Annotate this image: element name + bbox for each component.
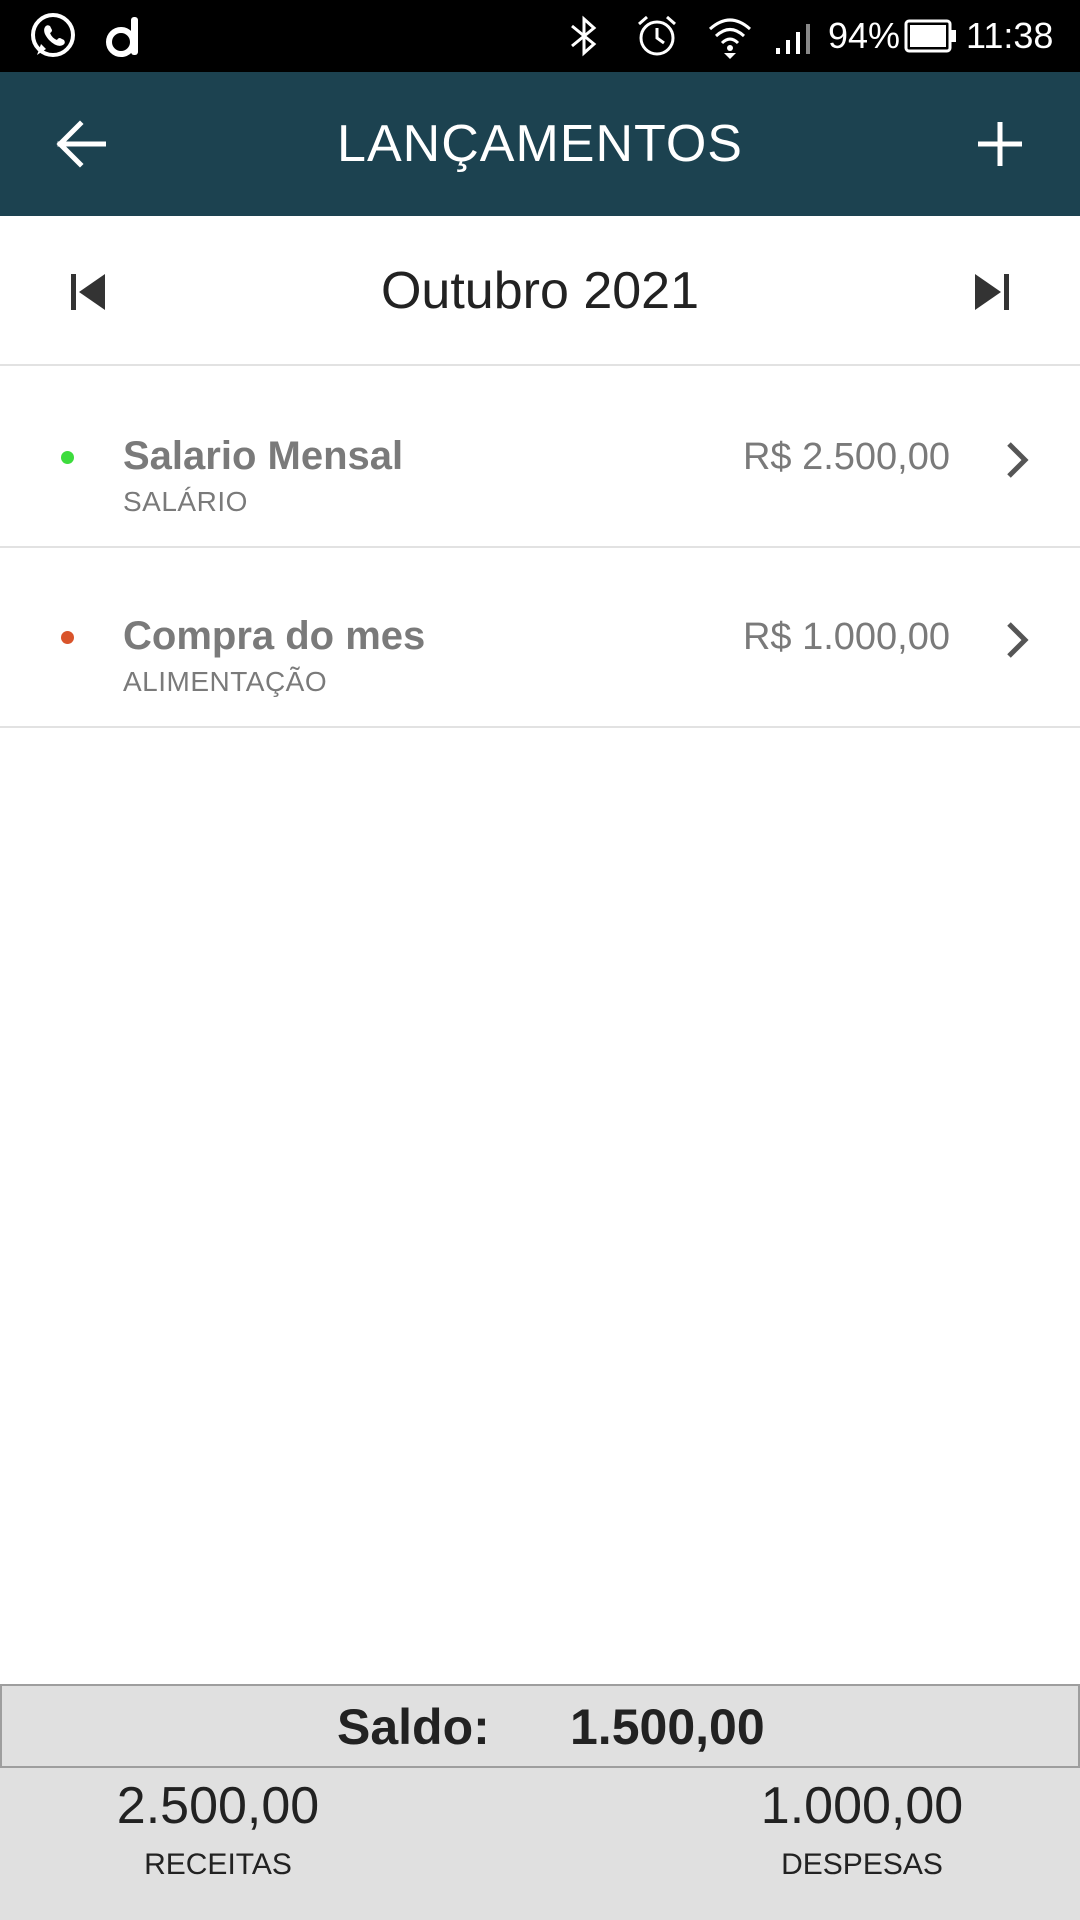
balance-value: 1.500,00	[570, 1699, 765, 1755]
entry-name: Salario Mensal	[123, 434, 404, 478]
add-button[interactable]	[964, 108, 1036, 180]
alarm-icon	[634, 0, 680, 72]
battery-icon	[904, 0, 958, 72]
entries-list: Salario Mensal SALÁRIO R$ 2.500,00 Compr…	[0, 368, 1080, 728]
totals: 2.500,00 RECEITAS 1.000,00 DESPESAS	[0, 1768, 1080, 1920]
status-dot	[61, 631, 74, 644]
expense-value: 1.000,00	[760, 1777, 964, 1835]
expense-label: DESPESAS	[781, 1848, 943, 1881]
chevron-right-icon[interactable]	[1000, 440, 1036, 480]
month-label: Outubro 2021	[380, 262, 700, 320]
summary-footer: Saldo: 1.500,00 2.500,00 RECEITAS 1.000,…	[0, 1684, 1080, 1920]
list-item[interactable]: Salario Mensal SALÁRIO R$ 2.500,00	[0, 368, 1080, 548]
income-value: 2.500,00	[116, 1777, 320, 1835]
entry-amount: R$ 1.000,00	[742, 616, 950, 658]
next-month-button[interactable]	[956, 256, 1028, 328]
list-item[interactable]: Compra do mes ALIMENTAÇÃO R$ 1.000,00	[0, 548, 1080, 728]
bluetooth-icon	[566, 0, 602, 72]
skip-next-icon	[975, 274, 1009, 310]
whatsapp-icon	[28, 0, 78, 72]
income-label: RECEITAS	[144, 1848, 292, 1881]
entry-category: ALIMENTAÇÃO	[123, 666, 328, 697]
entry-amount: R$ 2.500,00	[742, 436, 950, 478]
entry-name: Compra do mes	[123, 614, 426, 658]
signal-icon	[774, 0, 818, 72]
status-bar: 94% 11:38	[0, 0, 1080, 72]
plus-icon	[978, 122, 1022, 166]
page-title: LANÇAMENTOS	[337, 115, 743, 173]
screen: 94% 11:38 LANÇAMENTOS Outubro 2021 Salar…	[0, 0, 1080, 1920]
income-total: 2.500,00 RECEITAS	[68, 1768, 368, 1882]
entry-category: SALÁRIO	[123, 486, 248, 517]
month-selector: Outubro 2021	[0, 216, 1080, 366]
app-d-icon	[104, 0, 144, 72]
app-bar: LANÇAMENTOS	[0, 72, 1080, 216]
clock: 11:38	[966, 15, 1054, 56]
balance-label: Saldo:	[337, 1699, 490, 1755]
wifi-icon	[706, 0, 754, 72]
battery-percent: 94%	[828, 15, 901, 56]
status-dot	[61, 451, 74, 464]
expense-total: 1.000,00 DESPESAS	[712, 1768, 1012, 1882]
chevron-right-icon[interactable]	[1000, 620, 1036, 660]
balance-bar: Saldo: 1.500,00	[0, 1684, 1080, 1768]
